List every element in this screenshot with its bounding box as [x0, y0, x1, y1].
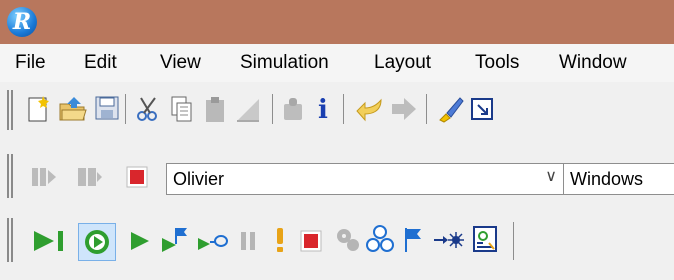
step-into-icon[interactable] — [432, 230, 464, 250]
project-select[interactable]: Olivier ∨ — [166, 163, 564, 195]
menu-view[interactable]: View — [160, 52, 201, 74]
save-icon[interactable] — [94, 95, 120, 121]
run-icon[interactable] — [83, 228, 111, 256]
toolbar-grip[interactable] — [7, 154, 9, 198]
undo-icon[interactable] — [355, 94, 385, 124]
alert-icon[interactable] — [273, 226, 287, 254]
pause-icon[interactable] — [238, 230, 258, 252]
flag-icon[interactable] — [402, 226, 424, 254]
copy-icon[interactable] — [168, 94, 194, 124]
menu-edit[interactable]: Edit — [84, 52, 117, 74]
toolbar-grip[interactable] — [7, 218, 9, 262]
cut-icon[interactable] — [135, 94, 161, 124]
menu-tools[interactable]: Tools — [475, 52, 519, 74]
open-folder-icon[interactable] — [58, 94, 88, 124]
chevron-down-icon[interactable]: ∨ — [545, 166, 557, 186]
toolbar-separator — [426, 94, 427, 124]
toolbar-grip[interactable] — [11, 154, 13, 198]
settings-icon[interactable] — [334, 226, 362, 254]
stop-icon[interactable] — [300, 230, 322, 252]
menu-file[interactable]: File — [15, 52, 46, 74]
maximize-icon[interactable] — [470, 96, 494, 122]
stamp-icon[interactable] — [280, 94, 306, 124]
target-select[interactable]: Windows — [563, 163, 674, 195]
main-toolbar: i — [0, 82, 674, 136]
brush-icon[interactable] — [436, 94, 464, 124]
build-icon[interactable] — [76, 164, 104, 190]
target-select-value: Windows — [570, 169, 644, 189]
new-file-icon[interactable] — [26, 94, 52, 124]
simulation-toolbar — [0, 212, 674, 268]
components-icon[interactable] — [366, 224, 394, 254]
redo-icon[interactable] — [390, 94, 420, 124]
toolbar-grip[interactable] — [11, 90, 13, 130]
title-bar: R — [0, 0, 674, 44]
play-probe-icon[interactable] — [196, 228, 228, 254]
inspector-icon[interactable] — [472, 225, 500, 255]
compile-icon[interactable] — [30, 164, 58, 190]
menu-layout[interactable]: Layout — [374, 52, 431, 74]
paste-icon[interactable] — [203, 94, 227, 124]
menu-window[interactable]: Window — [559, 52, 627, 74]
play-flags-icon[interactable] — [160, 226, 190, 254]
svg-text:i: i — [318, 95, 328, 124]
toolbar-separator — [125, 94, 126, 124]
toolbar-separator — [513, 222, 514, 260]
edit-pen-icon[interactable] — [234, 94, 262, 124]
step-to-end-icon[interactable] — [32, 228, 66, 254]
play-icon[interactable] — [128, 230, 152, 252]
menu-simulation[interactable]: Simulation — [240, 52, 329, 74]
config-toolbar: Olivier ∨ Windows — [0, 148, 674, 206]
toolbar-grip[interactable] — [7, 90, 9, 130]
toolbar-separator — [343, 94, 344, 124]
project-select-value: Olivier — [173, 169, 225, 189]
stop-build-icon[interactable] — [126, 166, 148, 188]
app-logo: R — [7, 7, 37, 37]
toolbar-separator — [272, 94, 273, 124]
toolbar-grip[interactable] — [11, 218, 13, 262]
menu-bar: File Edit View Simulation Layout Tools W… — [0, 44, 674, 82]
info-icon[interactable]: i — [314, 92, 332, 124]
